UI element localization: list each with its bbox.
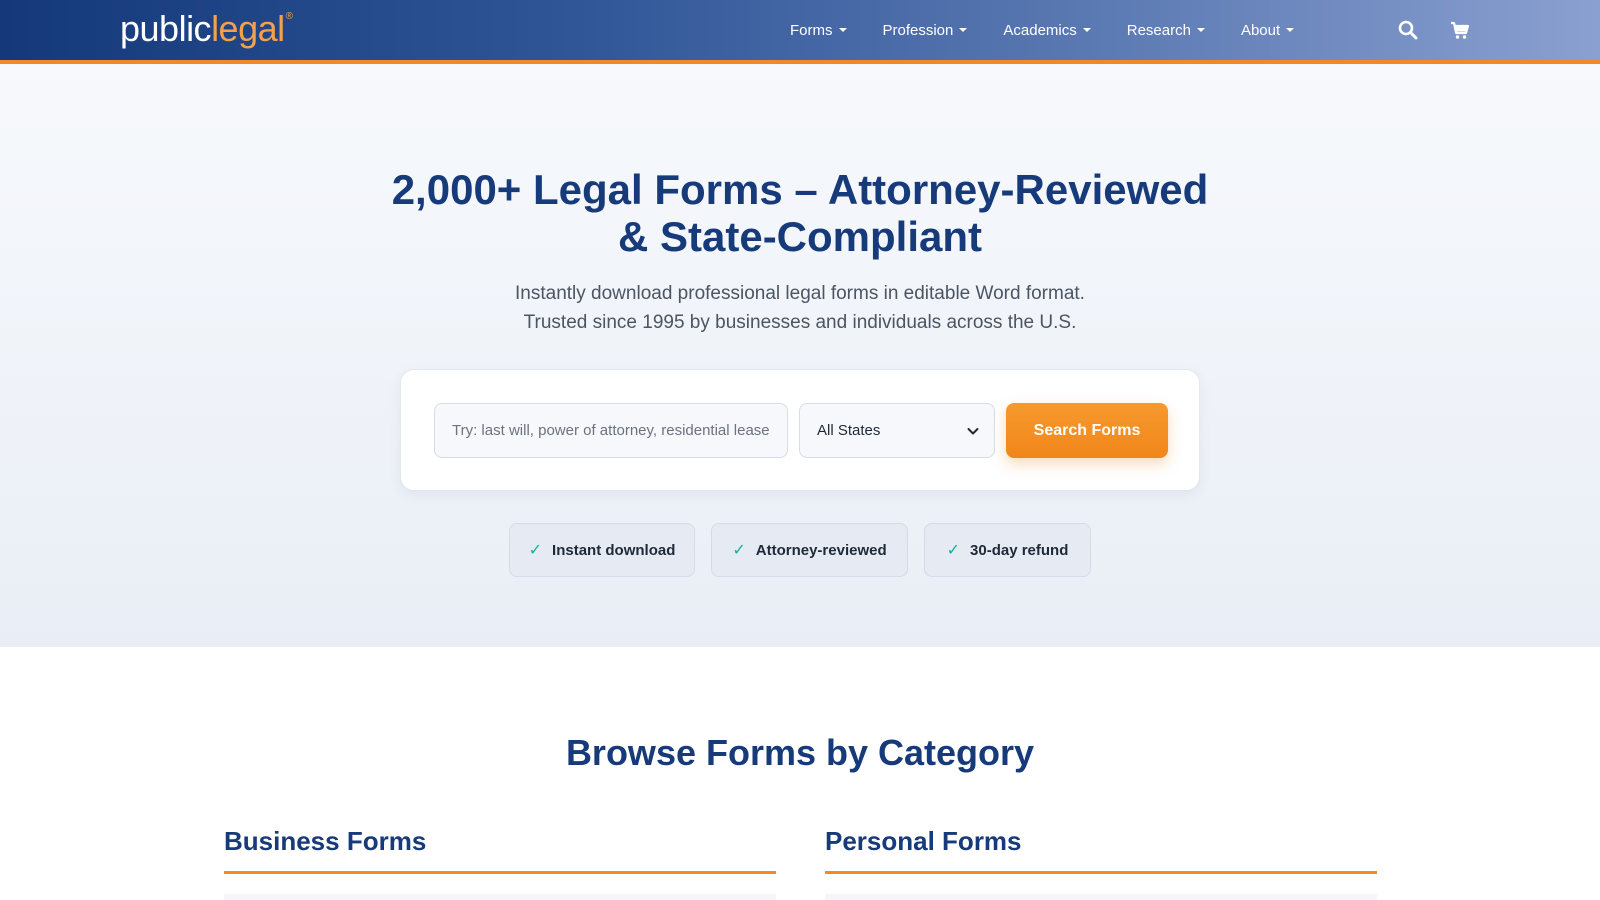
logo-text-public: public: [120, 8, 212, 49]
caret-down-icon: [1082, 28, 1091, 32]
search-forms-button[interactable]: Search Forms: [1006, 403, 1168, 458]
logo-text-legal: legal: [211, 8, 285, 49]
publiclegal-logo[interactable]: public legal ®: [120, 8, 293, 52]
category-underline: [224, 871, 776, 874]
browse-section-title: Browse Forms by Category: [565, 732, 1035, 773]
logo-registered-mark: ®: [285, 11, 293, 22]
checkmark-icon: ✓: [946, 542, 961, 559]
nav-academics-label: Academics: [1003, 21, 1077, 39]
badge-label: 30-day refund: [970, 541, 1069, 559]
checkmark-icon: ✓: [732, 542, 746, 559]
hero-section: 2,000+ Legal Forms – Attorney-Reviewed &…: [0, 64, 1600, 647]
nav-forms-label: Forms: [790, 21, 833, 39]
caret-down-icon: [959, 28, 968, 32]
hero-title: 2,000+ Legal Forms – Attorney-Reviewed &…: [0, 166, 1600, 260]
hero-title-line-1: 2,000+ Legal Forms – Attorney-Reviewed: [391, 166, 1209, 213]
nav-about[interactable]: About: [1240, 21, 1295, 39]
category-business-forms[interactable]: Business Forms: [224, 826, 426, 857]
main-nav: Forms Profession Academics Research Abou…: [790, 0, 1330, 60]
checkmark-icon: ✓: [528, 542, 543, 559]
nav-academics[interactable]: Academics: [1003, 21, 1091, 39]
nav-research-label: Research: [1126, 21, 1191, 39]
form-search-input[interactable]: [434, 403, 788, 458]
search-icon[interactable]: [1396, 18, 1420, 42]
state-select[interactable]: All States: [799, 403, 995, 458]
caret-down-icon: [1286, 28, 1295, 32]
caret-down-icon: [838, 28, 847, 32]
hero-subtitle: Instantly download professional legal fo…: [0, 279, 1600, 337]
badge-attorney-reviewed: ✓ Attorney-reviewed: [711, 523, 908, 577]
badge-label: Attorney-reviewed: [755, 541, 887, 559]
badge-label: Instant download: [552, 541, 676, 559]
nav-research[interactable]: Research: [1127, 22, 1205, 39]
nav-profession[interactable]: Profession: [883, 22, 968, 39]
badge-refund: ✓ 30-day refund: [924, 523, 1091, 577]
nav-forms[interactable]: Forms: [790, 22, 847, 39]
hero-subtitle-line-2: Trusted since 1995 by businesses and ind…: [523, 312, 1077, 333]
search-card: All States Search Forms: [400, 369, 1200, 491]
cart-icon[interactable]: [1448, 18, 1472, 42]
state-select-value: All States: [817, 422, 881, 439]
category-personal-forms[interactable]: Personal Forms: [825, 826, 1022, 857]
badge-instant-download: ✓ Instant download: [509, 523, 695, 577]
nav-profession-label: Profession: [882, 21, 954, 39]
caret-down-icon: [1196, 28, 1205, 32]
category-underline: [825, 871, 1377, 874]
chevron-down-icon: [967, 428, 979, 435]
category-card-edge: [825, 894, 1377, 900]
hero-title-line-2: & State-Compliant: [617, 213, 982, 260]
category-card-edge: [224, 894, 776, 900]
hero-subtitle-line-1: Instantly download professional legal fo…: [515, 283, 1085, 304]
top-navigation-bar: public legal ® Forms Profession Academics …: [0, 0, 1600, 60]
nav-about-label: About: [1240, 21, 1281, 39]
